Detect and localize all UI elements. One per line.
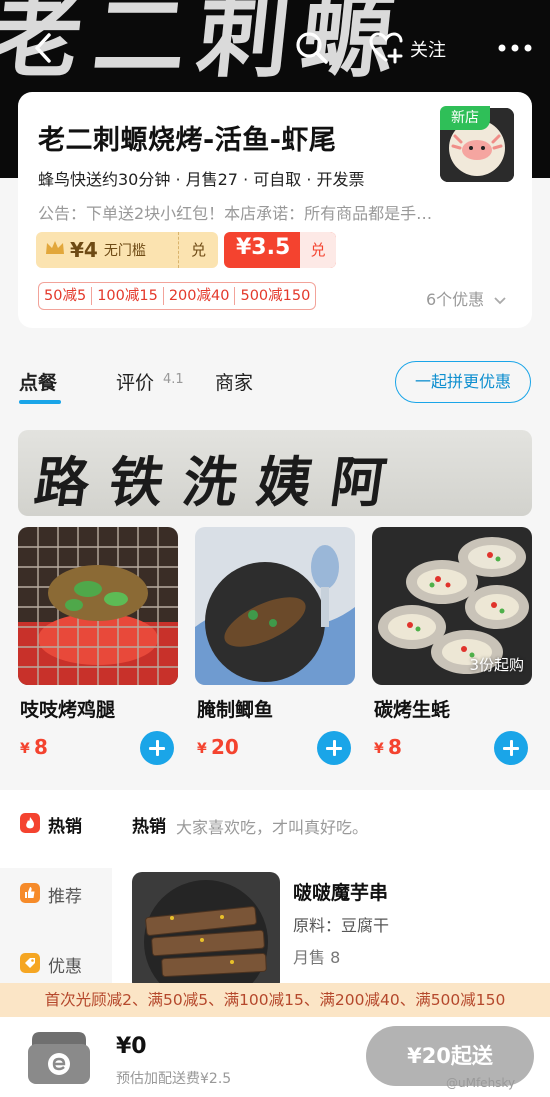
category-label: 热销 — [48, 817, 82, 837]
red-packet-coupon[interactable]: ¥3.5 兑 — [224, 232, 336, 268]
product-photo-fish[interactable] — [195, 527, 355, 685]
discount-tier: 100减15 — [92, 287, 164, 305]
tab-reviews[interactable]: 评价 — [116, 368, 154, 395]
new-shop-badge: 新店 — [440, 106, 490, 130]
follow-label[interactable]: 关注 — [410, 36, 446, 62]
review-score: 4.1 — [163, 372, 184, 387]
thumbs-up-icon — [20, 883, 40, 903]
promo-calligraphy: 路铁洗姨阿 — [30, 450, 410, 514]
more-icon[interactable] — [492, 28, 538, 68]
add-to-cart-icon[interactable] — [494, 731, 528, 765]
banner-calligraphy: 老二刺螈 — [0, 0, 412, 90]
list-item-photo[interactable] — [132, 872, 280, 992]
section-title: 热销 — [132, 817, 166, 837]
member-coupon-amount: ¥4 — [70, 238, 98, 262]
category-label: 优惠 — [48, 957, 82, 977]
flame-icon — [20, 813, 40, 833]
list-item-name[interactable]: 啵啵魔芋串 — [293, 878, 388, 905]
product-card[interactable]: 3份起购 碳烤生蚝 ¥ 8 — [372, 527, 532, 777]
product-card[interactable]: 吱吱烤鸡腿 ¥ 8 — [18, 527, 178, 777]
cart-total: ¥0 — [116, 1034, 147, 1059]
promo-banner[interactable]: 路铁洗姨阿 — [18, 430, 532, 516]
discount-tiers[interactable]: 50减5 100减15 200减40 500减150 — [38, 282, 317, 310]
red-coupon-redeem[interactable]: 兑 — [300, 232, 336, 268]
watermark: @uMfehsky — [446, 1076, 516, 1090]
product-photo-oysters[interactable]: 3份起购 — [372, 527, 532, 685]
chevron-down-icon — [494, 296, 506, 304]
more-offers-link[interactable]: 6个优惠 — [426, 286, 507, 310]
discount-tier: 500减150 — [240, 288, 311, 304]
price-currency: ¥ — [197, 741, 207, 757]
tab-order[interactable]: 点餐 — [19, 368, 57, 395]
product-name: 碳烤生蚝 — [374, 699, 451, 721]
min-order-badge: 3份起购 — [469, 656, 524, 674]
tab-active-indicator — [19, 400, 61, 404]
category-label: 推荐 — [48, 887, 82, 907]
category-hot[interactable]: 热销 — [0, 800, 112, 868]
shop-info-card: 老二刺螈烧烤-活鱼-虾尾 蜂鸟快送约30分钟 · 月售27 · 可自取 · 开发… — [18, 92, 532, 328]
product-photo-chicken-leg[interactable] — [18, 527, 178, 685]
product-name: 腌制鲫鱼 — [197, 699, 274, 721]
delivery-fee-estimate: 预估加配送费¥2.5 — [116, 1071, 232, 1087]
discount-tier: 50减5 — [39, 287, 93, 305]
tab-merchant[interactable]: 商家 — [215, 368, 253, 395]
section-description: 大家喜欢吃，才叫真好吃。 — [176, 818, 369, 837]
product-name: 吱吱烤鸡腿 — [20, 699, 116, 721]
product-price: 8 — [34, 735, 48, 759]
member-coupon-redeem[interactable]: 兑 — [178, 232, 218, 268]
list-item-ingredient: 原料：豆腐干 — [293, 916, 390, 935]
crown-icon — [44, 239, 66, 261]
back-icon[interactable] — [26, 28, 60, 68]
shop-name: 老二刺螈烧烤-活鱼-虾尾 — [38, 125, 337, 156]
product-price: 8 — [388, 735, 402, 759]
more-offers-label: 6个优惠 — [426, 290, 485, 309]
shop-notice[interactable]: 公告：下单送2块小红包！本店承诺：所有商品都是手… — [38, 200, 432, 224]
price-currency: ¥ — [374, 741, 384, 757]
product-price: 20 — [211, 735, 239, 759]
discount-tier: 200减40 — [164, 287, 236, 305]
member-coupon[interactable]: ¥4 无门槛 兑 — [36, 232, 218, 268]
follow-heart-icon[interactable] — [368, 28, 404, 68]
red-coupon-amount: ¥3.5 — [236, 235, 291, 260]
shop-meta: 蜂鸟快送约30分钟 · 月售27 · 可自取 · 开发票 — [38, 170, 365, 189]
tag-icon — [20, 953, 40, 973]
member-coupon-condition: 无门槛 — [103, 243, 146, 259]
price-currency: ¥ — [20, 741, 30, 757]
offer-strip: 首次光顾减2、满50减5、满100减15、满200减40、满500减150 — [0, 983, 550, 1017]
search-icon[interactable] — [292, 28, 332, 68]
list-item-sales: 月售 8 — [293, 948, 341, 967]
add-to-cart-icon[interactable] — [317, 731, 351, 765]
add-to-cart-icon[interactable] — [140, 731, 174, 765]
category-recommended[interactable]: 推荐 — [0, 870, 112, 938]
cart-bag-icon[interactable] — [24, 1026, 94, 1086]
group-order-button[interactable]: 一起拼更优惠 — [395, 361, 531, 403]
product-card[interactable]: 腌制鲫鱼 ¥ 20 — [195, 527, 355, 777]
